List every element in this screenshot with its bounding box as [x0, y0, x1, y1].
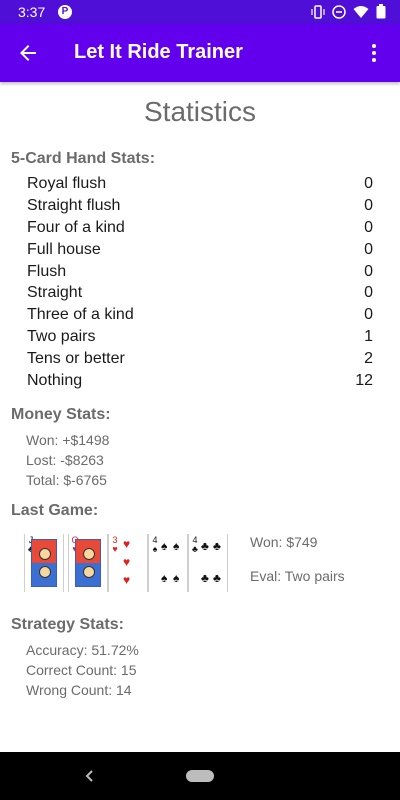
hand-stat-label: Full house [27, 240, 101, 258]
hand-stat-row: Two pairs 1 [27, 328, 373, 350]
hand-stat-label: Nothing [27, 372, 83, 390]
hand-stat-value: 0 [364, 218, 373, 236]
card-suit: ♥ [112, 544, 118, 554]
back-button[interactable] [16, 41, 40, 65]
hand-stat-label: Four of a kind [27, 218, 125, 236]
playing-card: 3 ♥ ♥ ♥ ♥ [108, 534, 148, 592]
hand-stat-label: Two pairs [27, 328, 96, 346]
statistics-content[interactable]: Statistics 5-Card Hand Stats: Royal flus… [0, 82, 400, 752]
club-pip-icon: ♣ [213, 539, 221, 553]
strategy-accuracy: Accuracy: 51.72% [26, 642, 139, 658]
heart-pip-icon: ♥ [123, 537, 131, 551]
nav-home-button[interactable] [186, 770, 214, 782]
hand-stat-row: Full house 0 [27, 241, 373, 263]
spade-pip-icon: ♠ [173, 539, 180, 553]
nav-back-icon [85, 770, 93, 782]
hand-stat-row: Tens or better 2 [27, 350, 373, 372]
hand-stat-label: Flush [27, 262, 67, 280]
status-icons [311, 4, 386, 19]
hand-stat-value: 12 [355, 372, 373, 390]
app-title: Let It Ride Trainer [74, 41, 243, 63]
face-card-art [31, 539, 57, 587]
hand-stat-row: Nothing 12 [27, 372, 373, 394]
hand-stat-row: Straight 0 [27, 284, 373, 306]
hand-stat-row: Royal flush 0 [27, 175, 373, 197]
page-title: Statistics [143, 96, 257, 127]
money-stats-title: Money Stats: [11, 406, 111, 423]
overflow-menu-button[interactable] [362, 41, 386, 65]
app-notification-icon: P [58, 5, 72, 19]
hand-stat-label: Straight flush [27, 196, 121, 214]
hand-stat-label: Straight [27, 284, 83, 302]
more-vert-icon [372, 44, 376, 62]
hand-stat-value: 2 [364, 350, 373, 368]
hand-stats-list: Royal flush 0 Straight flush 0 Four of a k… [27, 175, 373, 394]
spade-pip-icon: ♠ [161, 539, 168, 553]
card-suit: ♠ [152, 544, 158, 554]
vibrate-icon [311, 4, 325, 19]
arrow-back-icon [20, 45, 36, 61]
face-card-art [75, 539, 101, 587]
hand-stat-row: Flush 0 [27, 263, 373, 285]
hand-stat-value: 0 [364, 240, 373, 258]
hand-stat-row: Three of a kind 0 [27, 306, 373, 328]
last-game-won: Won: $749 [250, 534, 318, 550]
club-pip-icon: ♣ [201, 539, 209, 553]
hand-stat-label: Tens or better [27, 350, 125, 368]
card-suit: ♣ [192, 544, 198, 554]
wifi-icon [353, 5, 369, 18]
money-total: Total: $-6765 [26, 472, 107, 488]
hand-stat-value: 0 [364, 196, 373, 214]
heart-pip-icon: ♥ [123, 573, 131, 587]
hand-stat-row: Four of a kind 0 [27, 219, 373, 241]
hand-stats-title: 5-Card Hand Stats: [11, 150, 156, 167]
spade-pip-icon: ♠ [173, 571, 180, 585]
strategy-stats-title: Strategy Stats: [11, 616, 124, 633]
last-game-cards: J♣ Q♥ 3♥ ♥ ♥ ♥ 4♠ ♠ ♠ ♠ ♠ 4♣ ♣ ♣ ♣ ♣ [24, 534, 234, 594]
hand-stat-value: 0 [364, 306, 373, 324]
app-bar: Let It Ride Trainer [0, 24, 400, 82]
hand-stat-value: 1 [364, 328, 373, 346]
playing-card: 4 ♠ ♠ ♠ ♠ ♠ [148, 534, 188, 592]
status-time: 3:37 [18, 4, 46, 20]
heart-pip-icon: ♥ [123, 555, 131, 569]
hand-stat-value: 0 [364, 284, 373, 302]
money-stats-list: Won: +$1498 Lost: -$8263 Total: $-6765 [26, 430, 109, 490]
last-game-eval: Eval: Two pairs [250, 568, 345, 584]
strategy-wrong-count: Wrong Count: 14 [26, 682, 132, 698]
hand-stat-label: Royal flush [27, 175, 107, 192]
card-corner: 4 ♠ [151, 536, 159, 554]
nav-back-button[interactable] [82, 766, 98, 786]
status-bar: 3:37 P [0, 0, 400, 24]
system-nav-bar [0, 752, 400, 800]
club-pip-icon: ♣ [201, 571, 209, 585]
money-won: Won: +$1498 [26, 432, 110, 448]
card-corner: 3 ♥ [111, 536, 119, 554]
playing-card: J♣ [24, 534, 64, 592]
playing-card: 4 ♣ ♣ ♣ ♣ ♣ [188, 534, 228, 592]
hand-stat-row: Straight flush 0 [27, 197, 373, 219]
strategy-correct-count: Correct Count: 15 [26, 662, 137, 678]
money-lost: Lost: -$8263 [26, 452, 104, 468]
hand-stat-value: 0 [364, 175, 373, 192]
last-game-title: Last Game: [11, 502, 99, 519]
hand-stat-label: Three of a kind [27, 306, 134, 324]
do-not-disturb-icon [332, 4, 346, 19]
hand-stat-value: 0 [364, 262, 373, 280]
spade-pip-icon: ♠ [161, 571, 168, 585]
battery-icon [376, 4, 386, 19]
card-corner: 4 ♣ [191, 536, 199, 554]
strategy-stats-list: Accuracy: 51.72% Correct Count: 15 Wrong… [26, 640, 139, 700]
playing-card: Q♥ [68, 534, 108, 592]
club-pip-icon: ♣ [213, 571, 221, 585]
